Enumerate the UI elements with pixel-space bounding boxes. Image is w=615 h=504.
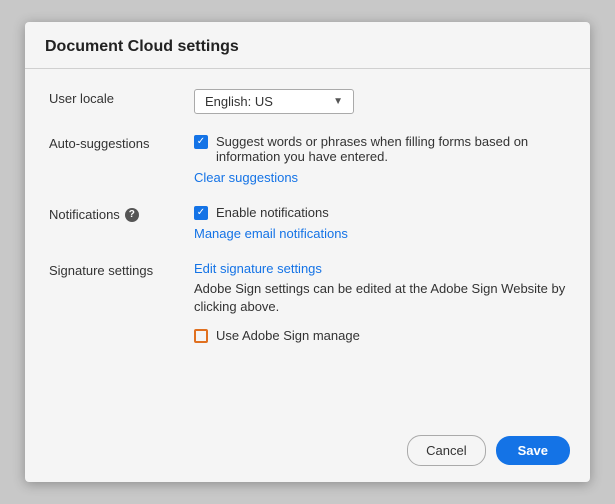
user-locale-row: User locale English: US ▼ [49,89,566,114]
signature-settings-content: Edit signature settings Adobe Sign setti… [194,261,566,349]
locale-select[interactable]: English: US ▼ [194,89,354,114]
notifications-checkbox-row: ✓ Enable notifications [194,205,566,220]
dialog-body: User locale English: US ▼ Auto-suggestio… [25,69,590,423]
edit-signature-settings-link[interactable]: Edit signature settings [194,261,322,276]
save-button[interactable]: Save [496,436,570,465]
adobe-sign-checkbox-label: Use Adobe Sign manage [216,328,360,343]
info-icon[interactable]: ? [125,208,139,222]
notifications-row: Notifications ? ✓ Enable notifications M… [49,205,566,241]
clear-suggestions-link[interactable]: Clear suggestions [194,170,298,185]
signature-settings-description: Adobe Sign settings can be edited at the… [194,280,566,316]
chevron-down-icon: ▼ [333,96,343,107]
notifications-content: ✓ Enable notifications Manage email noti… [194,205,566,241]
auto-suggestions-checkbox-row: ✓ Suggest words or phrases when filling … [194,134,566,164]
notifications-checkbox-label: Enable notifications [216,205,329,220]
manage-email-notifications-link[interactable]: Manage email notifications [194,226,348,241]
dialog-footer: Cancel Save [25,423,590,482]
cancel-button[interactable]: Cancel [407,435,485,466]
dialog-title: Document Cloud settings [45,38,239,55]
document-cloud-settings-dialog: Document Cloud settings User locale Engl… [25,22,590,482]
locale-value: English: US [205,94,273,109]
auto-suggestions-content: ✓ Suggest words or phrases when filling … [194,134,566,185]
checkmark-icon: ✓ [197,137,205,147]
user-locale-content: English: US ▼ [194,89,566,114]
signature-settings-label: Signature settings [49,261,194,278]
auto-suggestions-label: Auto-suggestions [49,134,194,151]
auto-suggestions-checkbox[interactable]: ✓ [194,135,208,149]
notifications-checkbox[interactable]: ✓ [194,206,208,220]
auto-suggestions-row: Auto-suggestions ✓ Suggest words or phra… [49,134,566,185]
user-locale-label: User locale [49,89,194,106]
adobe-sign-checkbox-row: Use Adobe Sign manage [194,328,566,343]
auto-suggestions-checkbox-label: Suggest words or phrases when filling fo… [216,134,566,164]
notifications-label: Notifications ? [49,205,194,222]
adobe-sign-checkbox[interactable] [194,329,208,343]
signature-settings-row: Signature settings Edit signature settin… [49,261,566,349]
dialog-header: Document Cloud settings [25,22,590,69]
checkmark-icon: ✓ [197,208,205,218]
